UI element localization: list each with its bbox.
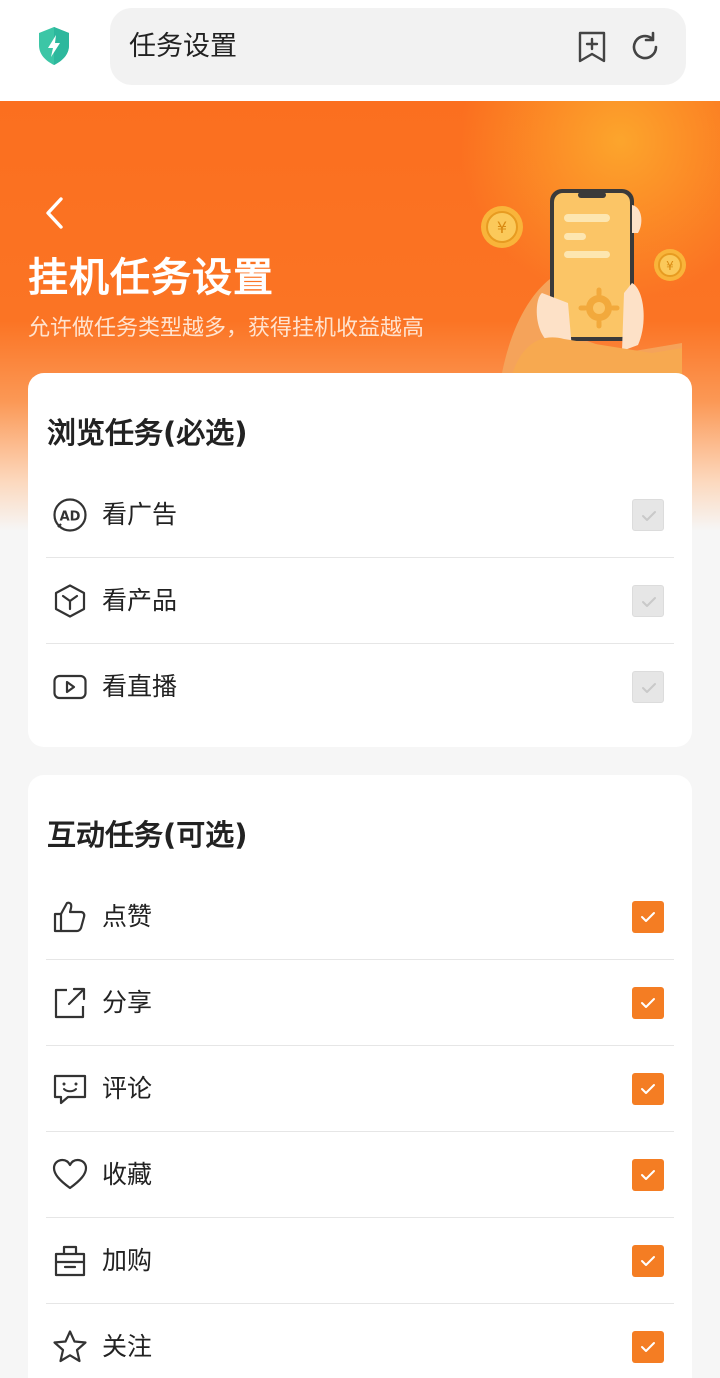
svg-text:¥: ¥: [666, 259, 674, 273]
task-label: 点赞: [102, 902, 153, 931]
task-checkbox-disabled: [632, 585, 664, 617]
browse-tasks-card: 浏览任务(必选) AD 看广告 看产品 看直播: [28, 373, 692, 747]
page-subtitle: 允许做任务类型越多，获得挂机收益越高: [28, 316, 425, 341]
share-icon: [54, 987, 86, 1019]
task-checkbox[interactable]: [632, 901, 664, 933]
address-bar-title: 任务设置: [129, 31, 237, 62]
task-checkbox[interactable]: [632, 1245, 664, 1277]
live-video-icon: [53, 674, 87, 700]
thumbs-up-icon: [53, 901, 86, 933]
task-checkbox-disabled: [632, 671, 664, 703]
task-checkbox[interactable]: [632, 987, 664, 1019]
task-checkbox[interactable]: [632, 1073, 664, 1105]
task-label: 收藏: [102, 1160, 153, 1189]
interact-tasks-card: 互动任务(可选) 点赞 分享 评论 收藏 加购 关注: [28, 775, 692, 1378]
task-label: 看直播: [102, 672, 178, 701]
comment-icon: [53, 1074, 87, 1105]
task-row-favorite[interactable]: 收藏: [46, 1132, 674, 1218]
task-label: 关注: [102, 1332, 153, 1361]
task-row-comment[interactable]: 评论: [46, 1046, 674, 1132]
add-bookmark-icon[interactable]: [576, 30, 608, 64]
product-cube-icon: [54, 584, 86, 618]
security-shield-icon[interactable]: [36, 26, 72, 66]
task-label: 看产品: [102, 586, 178, 615]
task-label: 分享: [102, 988, 153, 1017]
svg-text:¥: ¥: [497, 218, 507, 237]
page-title: 挂机任务设置: [28, 255, 274, 301]
task-checkbox-disabled: [632, 499, 664, 531]
reload-icon[interactable]: [628, 30, 662, 64]
task-row-watch-live[interactable]: 看直播: [46, 644, 674, 730]
task-checkbox[interactable]: [632, 1159, 664, 1191]
browse-tasks-title: 浏览任务(必选): [47, 416, 248, 450]
task-row-follow[interactable]: 关注: [46, 1304, 674, 1378]
task-row-watch-products[interactable]: 看产品: [46, 558, 674, 644]
task-label: 看广告: [102, 500, 178, 529]
phone-coins-illustration: ¥ ¥: [481, 189, 686, 375]
back-arrow-icon[interactable]: [38, 195, 74, 231]
task-row-like[interactable]: 点赞: [46, 874, 674, 960]
task-row-add-to-cart[interactable]: 加购: [46, 1218, 674, 1304]
task-row-share[interactable]: 分享: [46, 960, 674, 1046]
interact-tasks-title: 互动任务(可选): [47, 818, 248, 852]
task-row-watch-ads[interactable]: AD 看广告: [46, 472, 674, 558]
task-checkbox[interactable]: [632, 1331, 664, 1363]
shopping-bag-icon: [54, 1245, 86, 1277]
task-label: 评论: [102, 1074, 153, 1103]
heart-icon: [52, 1158, 88, 1190]
svg-text:AD: AD: [60, 510, 81, 525]
browser-top-bar: 任务设置: [0, 0, 720, 101]
task-label: 加购: [102, 1246, 153, 1275]
star-icon: [53, 1330, 87, 1363]
ad-icon: AD: [53, 498, 87, 532]
address-bar[interactable]: 任务设置: [110, 8, 686, 85]
